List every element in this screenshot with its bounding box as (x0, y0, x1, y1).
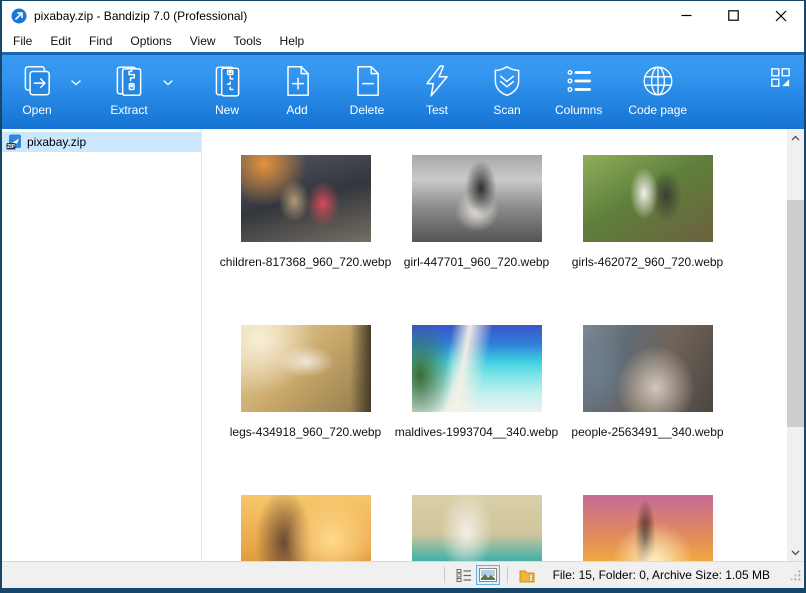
details-view-icon (456, 569, 471, 582)
file-name: maldives-1993704__340.webp (394, 425, 559, 439)
layout-panes-button[interactable] (768, 65, 792, 89)
toolbar-button-delete[interactable]: Delete (338, 61, 396, 119)
scroll-up-button[interactable] (787, 129, 804, 146)
file-grid: children-817368_960_720.webp girl-447701_… (202, 129, 762, 561)
file-name: girls-462072_960_720.webp (571, 255, 724, 269)
columns-icon (567, 70, 591, 92)
file-thumbnail[interactable] (411, 325, 542, 412)
toolbar-button-columns[interactable]: Columns (548, 61, 609, 119)
archive-tree-sidebar: ZIP pixabay.zip (2, 129, 201, 561)
scan-malware-icon (494, 65, 520, 97)
toolbar-button-scan[interactable]: Scan (478, 61, 536, 119)
menu-tools[interactable]: Tools (225, 31, 271, 51)
file-item[interactable] (391, 495, 562, 561)
close-icon (775, 10, 786, 21)
archive-folder-icon (519, 570, 535, 582)
chevron-down-icon (163, 80, 173, 86)
title-bar: pixabay.zip - Bandizip 7.0 (Professional… (2, 1, 804, 30)
vertical-scrollbar[interactable] (787, 129, 804, 561)
file-thumbnail[interactable] (582, 325, 713, 412)
details-view-button[interactable] (452, 565, 476, 585)
file-name: children-817368_960_720.webp (219, 255, 392, 269)
window-title: pixabay.zip - Bandizip 7.0 (Professional… (34, 8, 248, 23)
resize-grip[interactable] (790, 568, 801, 586)
file-thumbnail[interactable] (240, 495, 371, 561)
resize-grip-icon (790, 570, 801, 581)
file-item[interactable]: children-817368_960_720.webp (220, 155, 391, 325)
add-file-icon (287, 65, 309, 97)
toolbar-button-test[interactable]: Test (408, 61, 466, 119)
file-item[interactable]: legs-434918_960_720.webp (220, 325, 391, 495)
scroll-down-button[interactable] (787, 544, 804, 561)
zip-archive-icon: ZIP (6, 134, 21, 150)
file-thumbnail[interactable] (240, 325, 371, 412)
file-name: legs-434918_960_720.webp (229, 425, 382, 439)
minimize-icon (681, 14, 692, 17)
bandizip-window: pixabay.zip - Bandizip 7.0 (Professional… (0, 0, 806, 593)
extract-dropdown-chevron[interactable] (158, 63, 178, 103)
scroll-up-arrow-icon (791, 135, 800, 140)
menu-bar: File Edit Find Options View Tools Help (2, 30, 804, 52)
file-item[interactable]: maldives-1993704__340.webp (391, 325, 562, 495)
minimize-button[interactable] (663, 1, 710, 30)
archive-folder-button[interactable] (515, 565, 539, 585)
menu-file[interactable]: File (4, 31, 41, 51)
toolbar: Open Extract New Add Delete Test Scan Co… (2, 52, 804, 129)
scroll-down-arrow-icon (791, 550, 800, 555)
code-page-icon (643, 66, 673, 96)
maximize-button[interactable] (710, 1, 757, 30)
delete-file-icon (357, 65, 379, 97)
window-body: ZIP pixabay.zip children-817368_960_720.… (2, 129, 804, 561)
file-item[interactable]: girl-447701_960_720.webp (391, 155, 562, 325)
file-name: girl-447701_960_720.webp (403, 255, 550, 269)
toolbar-button-open[interactable]: Open (8, 61, 66, 119)
window-controls (663, 1, 804, 30)
file-thumbnail[interactable] (582, 495, 713, 561)
new-archive-icon (215, 66, 240, 97)
file-thumbnail[interactable] (240, 155, 371, 242)
file-item[interactable]: people-2563491__340.webp (562, 325, 733, 495)
sidebar-item-pixabay-zip[interactable]: ZIP pixabay.zip (2, 132, 201, 152)
toolbar-button-codepage[interactable]: Code page (621, 61, 694, 119)
menu-view[interactable]: View (181, 31, 225, 51)
file-thumbnail[interactable] (411, 155, 542, 242)
toolbar-button-new[interactable]: New (198, 61, 256, 119)
status-bar: File: 15, Folder: 0, Archive Size: 1.05 … (2, 561, 804, 588)
menu-find[interactable]: Find (80, 31, 121, 51)
maximize-icon (728, 10, 739, 21)
extract-archive-icon (116, 66, 142, 97)
file-item[interactable] (562, 495, 733, 561)
window-bottom-edge (2, 588, 804, 591)
menu-help[interactable]: Help (271, 31, 314, 51)
panes-grid-icon (770, 67, 790, 87)
menu-options[interactable]: Options (121, 31, 180, 51)
open-dropdown-chevron[interactable] (66, 63, 86, 103)
statusbar-separator (443, 567, 445, 583)
thumbnail-view-icon (478, 568, 497, 582)
sidebar-item-label: pixabay.zip (27, 135, 87, 149)
close-button[interactable] (757, 1, 804, 30)
file-thumbnail[interactable] (582, 155, 713, 242)
file-item[interactable] (220, 495, 391, 561)
scrollbar-thumb[interactable] (787, 200, 804, 427)
file-item[interactable]: girls-462072_960_720.webp (562, 155, 733, 325)
thumbnail-view-button[interactable] (475, 565, 500, 585)
file-name: people-2563491__340.webp (571, 425, 724, 439)
statusbar-separator (506, 567, 508, 583)
chevron-down-icon (71, 80, 81, 86)
bandizip-app-icon (11, 8, 27, 23)
file-thumbnail[interactable] (411, 495, 542, 561)
test-archive-icon (426, 65, 448, 97)
toolbar-button-extract[interactable]: Extract (100, 61, 158, 119)
svg-text:ZIP: ZIP (7, 144, 15, 150)
toolbar-button-add[interactable]: Add (268, 61, 326, 119)
archive-summary: File: 15, Folder: 0, Archive Size: 1.05 … (552, 568, 770, 582)
file-list-panel: children-817368_960_720.webp girl-447701_… (202, 129, 804, 561)
menu-edit[interactable]: Edit (41, 31, 80, 51)
open-archive-icon (24, 65, 50, 96)
